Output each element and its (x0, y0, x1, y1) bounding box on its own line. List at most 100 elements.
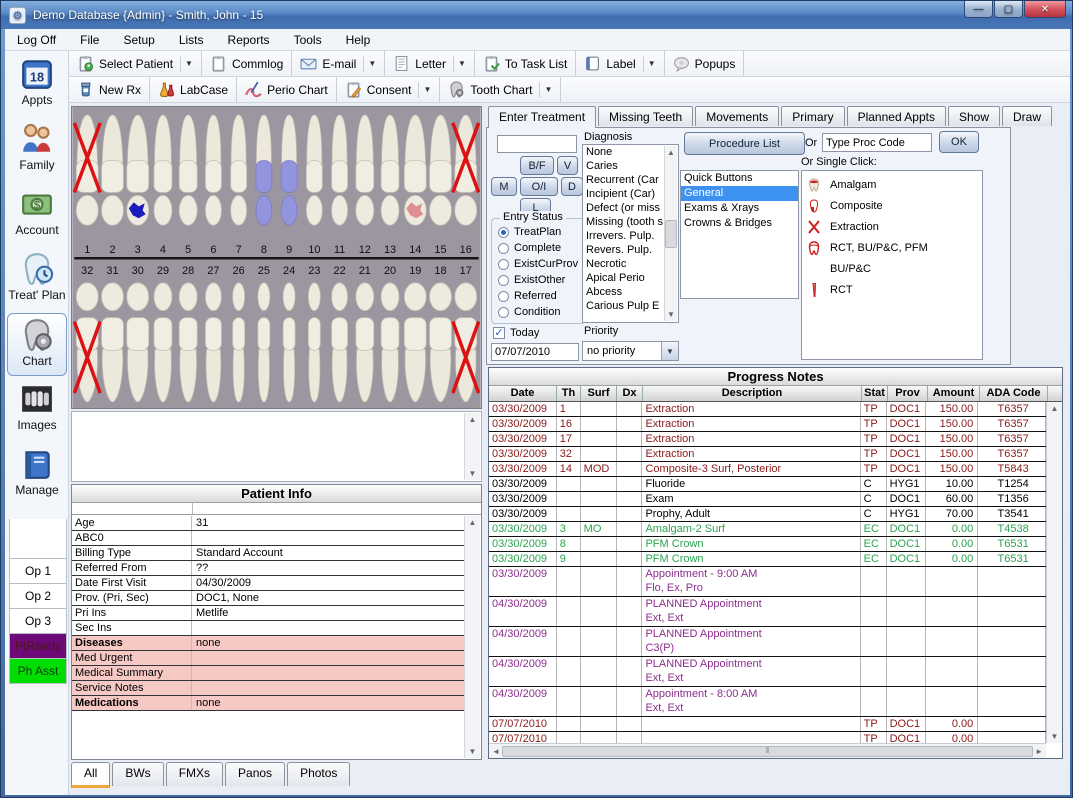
sidebar-module-family[interactable]: Family (7, 118, 67, 181)
tooth-chart-button[interactable]: Tooth Chart▼ (440, 77, 561, 102)
to-task-list-button[interactable]: To Task List (475, 51, 576, 76)
scroll-down-icon[interactable]: ▼ (469, 745, 477, 758)
patient-info-row-sec-ins[interactable]: Sec Ins (72, 621, 465, 636)
progress-note-row[interactable]: 03/30/2009Prophy, AdultCHYG170.00T3541 (489, 507, 1046, 522)
tab-planned-appts[interactable]: Planned Appts (847, 106, 946, 126)
radio-dot[interactable] (498, 307, 509, 318)
progress-note-row[interactable]: 04/30/2009Appointment - 8:00 AM Ext, Ext (489, 687, 1046, 717)
tooth-chart[interactable]: 1234567891011121314151632313029282726252… (71, 106, 482, 409)
surface-button-bf[interactable]: B/F (520, 156, 554, 175)
scroll-down-icon[interactable]: ▼ (469, 467, 477, 480)
op-empty-cell[interactable] (9, 519, 67, 559)
letter-button[interactable]: Letter▼ (385, 51, 475, 76)
minimize-button[interactable]: — (964, 1, 993, 18)
quick-button-bu-p-c[interactable]: BU/P&C (802, 258, 982, 279)
quick-button-rct-bu-p-c-pfm[interactable]: RCT, BU/P&C, PFM (802, 237, 982, 258)
tab-primary[interactable]: Primary (781, 106, 844, 126)
scroll-down-icon[interactable]: ▼ (667, 308, 675, 321)
popups-button[interactable]: Popups (665, 51, 745, 76)
column-header-ada-code[interactable]: ADA Code (980, 386, 1048, 401)
quick-button-composite[interactable]: Composite (802, 195, 982, 216)
column-header-amount[interactable]: Amount (928, 386, 980, 401)
progress-note-row[interactable]: 03/30/20093MOAmalgam-2 SurfECDOC10.00T45… (489, 522, 1046, 537)
progress-note-row[interactable]: 03/30/2009FluorideCHYG110.00T1254 (489, 477, 1046, 492)
date-input[interactable] (491, 343, 579, 361)
diagnosis-item[interactable]: Carious Pulp E (583, 299, 665, 313)
procedure-list-button[interactable]: Procedure List (684, 132, 805, 155)
category-item[interactable]: Quick Buttons (681, 171, 798, 186)
priority-dropdown[interactable]: no priority ▼ (582, 341, 679, 361)
patient-info-row-referred-from[interactable]: Referred From?? (72, 561, 465, 576)
progress-note-row[interactable]: 07/07/2010TPDOC10.00 (489, 732, 1046, 743)
new-rx-button[interactable]: New Rx (69, 77, 150, 102)
column-header-dx[interactable]: Dx (617, 386, 643, 401)
commlog-button[interactable]: Commlog (202, 51, 292, 76)
scroll-up-icon[interactable]: ▲ (667, 146, 675, 159)
maximize-button[interactable]: ▢ (994, 1, 1023, 18)
scroll-up-icon[interactable]: ▲ (1051, 402, 1059, 415)
menu-file[interactable]: File (68, 29, 111, 51)
menu-tools[interactable]: Tools (282, 29, 334, 51)
diagnosis-item[interactable]: Incipient (Car) (583, 187, 665, 201)
quick-button-amalgam[interactable]: Amalgam (802, 174, 982, 195)
category-item[interactable]: General (681, 186, 798, 201)
column-header-prov[interactable]: Prov (888, 386, 928, 401)
progress-note-row[interactable]: 04/30/2009PLANNED Appointment C3(P) (489, 627, 1046, 657)
surface-button-d[interactable]: D (561, 177, 583, 196)
patient-info-row-date-first-visit[interactable]: Date First Visit04/30/2009 (72, 576, 465, 591)
column-header-surf[interactable]: Surf (581, 386, 617, 401)
sidebar-module-appts[interactable]: 18Appts (7, 53, 67, 116)
op-button-op2[interactable]: Op 2 (9, 584, 67, 609)
category-item[interactable]: Exams & Xrays (681, 201, 798, 216)
column-header-th[interactable]: Th (557, 386, 581, 401)
diagnosis-item[interactable]: None (583, 145, 665, 159)
diagnosis-item[interactable]: Necrotic (583, 257, 665, 271)
diagnosis-item[interactable]: Recurrent (Car (583, 173, 665, 187)
progress-note-row[interactable]: 03/30/200916ExtractionTPDOC1150.00T6357 (489, 417, 1046, 432)
radio-condition[interactable]: Condition (492, 304, 584, 320)
status-button-ptready[interactable]: PtReady (9, 634, 67, 659)
column-header-date[interactable]: Date (489, 386, 557, 401)
select-patient-button[interactable]: Select Patient▼ (69, 51, 202, 76)
progress-note-row[interactable]: 03/30/2009ExamCDOC160.00T1356 (489, 492, 1046, 507)
op-button-op1[interactable]: Op 1 (9, 559, 67, 584)
progress-note-row[interactable]: 03/30/20099PFM CrownECDOC10.00T6531 (489, 552, 1046, 567)
patient-info-row-prov-pri-sec-[interactable]: Prov. (Pri, Sec)DOC1, None (72, 591, 465, 606)
progress-note-row[interactable]: 04/30/2009PLANNED Appointment Ext, Ext (489, 657, 1046, 687)
scroll-right-icon[interactable]: ► (1035, 747, 1043, 756)
scroll-left-icon[interactable]: ◄ (492, 747, 500, 756)
diagnosis-item[interactable]: Irrevers. Pulp. (583, 229, 665, 243)
category-item[interactable]: Crowns & Bridges (681, 216, 798, 231)
progress-note-row[interactable]: 03/30/200917ExtractionTPDOC1150.00T6357 (489, 432, 1046, 447)
progress-notes-hscrollbar[interactable]: ◄ ⦀ ► (489, 743, 1046, 758)
scroll-up-icon[interactable]: ▲ (469, 516, 477, 529)
scroll-thumb[interactable] (665, 220, 677, 248)
progress-note-row[interactable]: 03/30/2009Appointment - 9:00 AM Flo, Ex,… (489, 567, 1046, 597)
radio-referred[interactable]: Referred (492, 288, 584, 304)
radio-dot[interactable] (498, 291, 509, 302)
tab-missing-teeth[interactable]: Missing Teeth (598, 106, 693, 126)
chevron-down-icon[interactable]: ▼ (643, 56, 656, 72)
menu-log-off[interactable]: Log Off (5, 29, 68, 51)
scroll-thumb[interactable]: ⦀ (502, 746, 1033, 757)
op-button-op3[interactable]: Op 3 (9, 609, 67, 634)
tab-movements[interactable]: Movements (695, 106, 779, 126)
ok-button[interactable]: OK (939, 131, 979, 153)
chevron-down-icon[interactable]: ▼ (363, 56, 376, 72)
sidebar-module-manage[interactable]: Manage (7, 443, 67, 506)
appointments-scrollbar[interactable]: ▲ ▼ (464, 413, 480, 480)
close-button[interactable]: ✕ (1024, 1, 1066, 18)
tab-show[interactable]: Show (948, 106, 1000, 126)
radio-existcurprov[interactable]: ExistCurProv (492, 256, 584, 272)
progress-note-row[interactable]: 03/30/20098PFM CrownECDOC10.00T6531 (489, 537, 1046, 552)
label-button[interactable]: Label▼ (576, 51, 664, 76)
diagnosis-item[interactable]: Apical Perio (583, 271, 665, 285)
patient-info-row-med-urgent[interactable]: Med Urgent (72, 651, 465, 666)
menu-reports[interactable]: Reports (216, 29, 282, 51)
e-mail-button[interactable]: E-mail▼ (292, 51, 385, 76)
radio-dot[interactable] (498, 275, 509, 286)
progress-note-row[interactable]: 04/30/2009PLANNED Appointment Ext, Ext (489, 597, 1046, 627)
radio-complete[interactable]: Complete (492, 240, 584, 256)
quick-button-rct[interactable]: RCT (802, 279, 982, 300)
column-header-description[interactable]: Description (643, 386, 862, 401)
